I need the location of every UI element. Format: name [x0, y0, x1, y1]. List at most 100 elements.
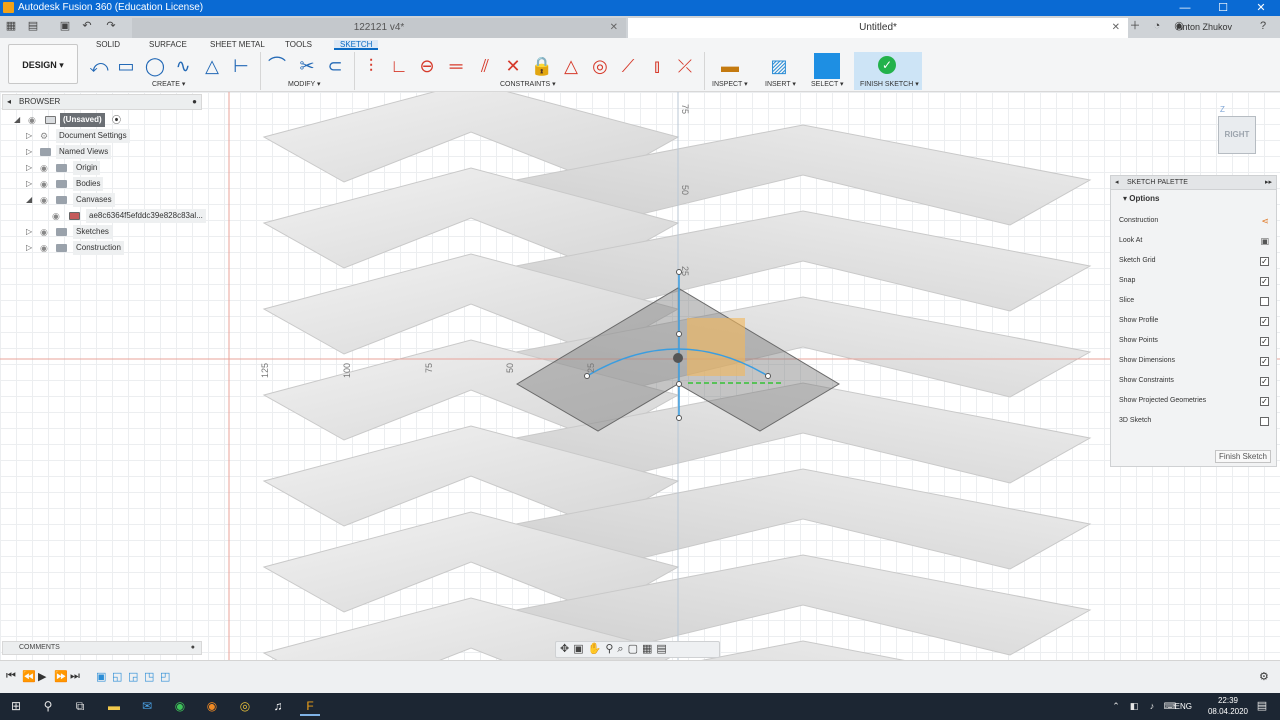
- visibility-icon[interactable]: ◉: [40, 225, 52, 239]
- display-settings-icon[interactable]: ▢: [628, 643, 642, 655]
- browser-item-origin[interactable]: ▷ ◉ Origin: [2, 161, 202, 175]
- palette-option-sketch-grid[interactable]: Sketch Grid ✓: [1119, 254, 1269, 268]
- activate-radio-icon[interactable]: ⦿: [112, 113, 121, 127]
- options-section-header[interactable]: ▾ Options: [1111, 192, 1276, 206]
- minimize-icon[interactable]: —: [1166, 0, 1204, 16]
- trim-icon[interactable]: ✂: [294, 54, 320, 80]
- triangle-icon[interactable]: △: [199, 54, 225, 80]
- finish-sketch-palette-button[interactable]: Finish Sketch: [1215, 450, 1271, 463]
- windows-start-icon[interactable]: ⊞: [6, 696, 26, 716]
- step-forward-icon[interactable]: ⏩: [54, 670, 68, 683]
- undo-icon[interactable]: ↶: [80, 19, 94, 33]
- comments-panel[interactable]: COMMENTS ●: [2, 641, 202, 655]
- save-icon[interactable]: ▣: [58, 19, 72, 33]
- sketch-point[interactable]: [584, 373, 590, 379]
- browser-item-document-settings[interactable]: ▷ ⚙ Document Settings: [2, 129, 202, 143]
- whatsapp-icon[interactable]: ◉: [170, 696, 190, 716]
- language-indicator[interactable]: ENG: [1175, 702, 1192, 711]
- checkbox[interactable]: ✓: [1260, 377, 1269, 386]
- go-to-end-icon[interactable]: ⏭: [70, 670, 80, 683]
- browser-header[interactable]: ◂ BROWSER ●: [2, 94, 202, 110]
- maximize-icon[interactable]: ☐: [1204, 0, 1242, 16]
- play-icon[interactable]: ▶: [38, 670, 46, 683]
- browser-item-sketches[interactable]: ▷ ◉ Sketches: [2, 225, 202, 239]
- look-at-icon[interactable]: ▣: [1260, 234, 1269, 248]
- browser-item-construction[interactable]: ▷ ◉ Construction: [2, 241, 202, 255]
- visibility-icon[interactable]: ◉: [40, 241, 52, 255]
- firefox-icon[interactable]: ◉: [202, 696, 222, 716]
- timeline-sketch-icon[interactable]: ◱: [112, 670, 122, 683]
- fillet-icon[interactable]: ⌒: [264, 54, 290, 80]
- collinear-icon[interactable]: ✕: [500, 54, 526, 80]
- sketch-point[interactable]: [676, 331, 682, 337]
- jobs-icon[interactable]: ◔: [1150, 19, 1164, 33]
- browser-item-root[interactable]: ◢ ◉ (Unsaved) ⦿: [2, 113, 202, 127]
- visibility-icon[interactable]: ◉: [40, 177, 52, 191]
- modify-group-label[interactable]: MODIFY ▾: [288, 80, 321, 88]
- expand-icon[interactable]: ▷: [26, 161, 34, 175]
- circle-icon[interactable]: ◯: [142, 54, 168, 80]
- tab-surface[interactable]: SURFACE: [149, 40, 187, 50]
- palette-option-show-projected-geometries[interactable]: Show Projected Geometries ✓: [1119, 394, 1269, 408]
- expand-icon[interactable]: ▷: [26, 177, 34, 191]
- file-explorer-icon[interactable]: ▬: [104, 696, 124, 716]
- tab-solid[interactable]: SOLID: [96, 40, 120, 50]
- palette-option-look-at[interactable]: Look At ▣: [1119, 234, 1269, 248]
- select-group-label[interactable]: SELECT ▾: [811, 80, 844, 88]
- new-tab-icon[interactable]: ＋: [1128, 19, 1142, 33]
- equal-icon[interactable]: ═: [443, 54, 469, 80]
- visibility-icon[interactable]: ◉: [28, 113, 40, 127]
- tab-untitled[interactable]: Untitled* ✕: [628, 18, 1128, 38]
- palette-option-show-profile[interactable]: Show Profile ✓: [1119, 314, 1269, 328]
- spline-icon[interactable]: ∿: [170, 54, 196, 80]
- browser-item-named-views[interactable]: ▷ Named Views: [2, 145, 202, 159]
- checkbox[interactable]: ✓: [1260, 317, 1269, 326]
- inspect-group-label[interactable]: INSPECT ▾: [712, 80, 748, 88]
- zoom-icon[interactable]: ⚲: [605, 643, 617, 655]
- insert-image-icon[interactable]: ▨: [766, 54, 792, 80]
- origin-point[interactable]: [673, 353, 683, 363]
- checkbox[interactable]: ✓: [1260, 397, 1269, 406]
- file-icon[interactable]: ▤: [26, 19, 40, 33]
- checkbox[interactable]: [1260, 417, 1269, 426]
- expand-icon[interactable]: ▷: [26, 241, 34, 255]
- checkbox[interactable]: ✓: [1260, 257, 1269, 266]
- view-cube[interactable]: RIGHT: [1218, 116, 1256, 154]
- construction-icon[interactable]: ⋖: [1261, 214, 1269, 228]
- checkbox[interactable]: [1260, 297, 1269, 306]
- system-clock[interactable]: 22:39 08.04.2020: [1208, 695, 1248, 717]
- select-arrow-icon[interactable]: [814, 53, 840, 79]
- tab-sketch[interactable]: SKETCH: [334, 40, 379, 50]
- dimension-icon[interactable]: ⊢: [228, 54, 254, 80]
- look-at-icon[interactable]: ▣: [573, 643, 587, 655]
- close-icon[interactable]: ✕: [1242, 0, 1280, 16]
- viewports-icon[interactable]: ▤: [656, 643, 670, 655]
- collapse-icon[interactable]: ◢: [26, 193, 34, 207]
- tab-sheet-metal[interactable]: SHEET METAL: [210, 40, 265, 50]
- palette-option-construction[interactable]: Construction ⋖: [1119, 214, 1269, 228]
- finish-sketch-button[interactable]: ✓ FINISH SKETCH ▾: [854, 52, 922, 90]
- expand-icon[interactable]: ▷: [26, 145, 34, 159]
- checkbox[interactable]: ✓: [1260, 337, 1269, 346]
- tab-tools[interactable]: TOOLS: [285, 40, 312, 50]
- sketch-point[interactable]: [676, 381, 682, 387]
- task-view-icon[interactable]: ⧉: [70, 696, 90, 716]
- palette-header[interactable]: ◂ SKETCH PALETTE ▸▸: [1111, 176, 1276, 190]
- expand-icon[interactable]: ▷: [26, 129, 34, 143]
- perpendicular-icon[interactable]: ∟: [386, 54, 412, 80]
- help-icon[interactable]: ?: [1256, 19, 1270, 33]
- browser-item-bodies[interactable]: ▷ ◉ Bodies: [2, 177, 202, 191]
- grid-menu-icon[interactable]: ▦: [4, 19, 18, 33]
- pan-icon[interactable]: ✋: [588, 643, 606, 655]
- timeline-settings-gear-icon[interactable]: ⚙: [1259, 670, 1269, 683]
- collapse-icon[interactable]: ◂: [1115, 176, 1119, 190]
- mail-icon[interactable]: ✉: [137, 696, 157, 716]
- design-mode-button[interactable]: DESIGN ▾: [8, 44, 78, 84]
- network-icon[interactable]: ◧: [1124, 696, 1144, 716]
- palette-option-show-dimensions[interactable]: Show Dimensions ✓: [1119, 354, 1269, 368]
- concentric-icon[interactable]: ◎: [587, 54, 613, 80]
- browser-item-canvases[interactable]: ◢ ◉ Canvases: [2, 193, 202, 207]
- user-name[interactable]: Anton Zhukov: [1176, 16, 1232, 38]
- search-icon[interactable]: ⚲: [38, 696, 58, 716]
- smooth-icon[interactable]: ⫾: [644, 54, 670, 80]
